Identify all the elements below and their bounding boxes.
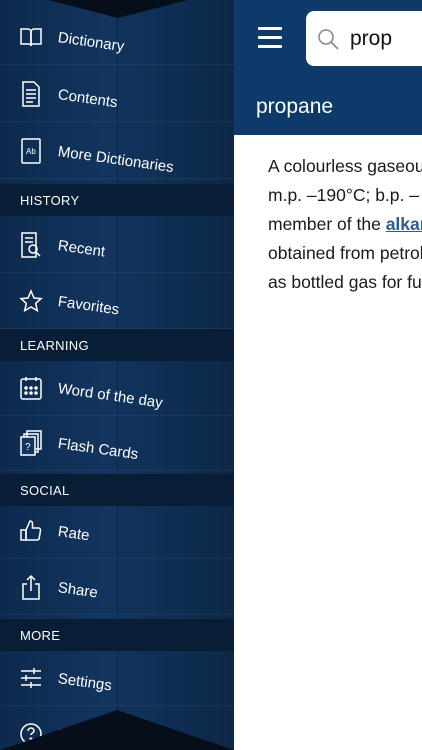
document-icon [18,79,44,109]
definition-line: A colourless gaseous [268,156,422,176]
search-icon [316,27,340,51]
definition-line-text: member of the [268,214,386,234]
main-content: propane A colourless gaseous m.p. –190°C… [234,0,422,750]
search-input[interactable] [350,26,422,51]
ab-book-icon: Ab [18,136,44,166]
menu-item-dictionary[interactable]: Dictionary [0,10,234,65]
menu-item-flash-cards[interactable]: ? Flash Cards [0,416,234,471]
menu-item-settings[interactable]: Settings [0,651,234,706]
definition-line: obtained from petroleum [268,243,422,263]
menu-item-favorites[interactable]: Favorites [0,274,234,329]
menu-item-recent[interactable]: Recent [0,218,234,273]
menu-item-label: Rate [56,522,91,544]
menu-item-more-dictionaries[interactable]: Ab More Dictionaries [0,124,234,179]
sliders-icon [18,663,44,693]
menu-item-label: Recent [56,236,107,261]
menu-item-share[interactable]: Share [0,560,234,615]
book-icon [18,22,44,52]
menu-item-label: Contents [56,85,119,111]
share-icon [18,572,44,602]
alkane-link[interactable]: alkane [386,214,422,234]
menu-item-label: More Dictionaries [56,142,175,176]
svg-text:Ab: Ab [26,147,36,156]
section-header-more: MORE [0,619,234,651]
calendar-icon [18,373,44,403]
menu-item-label: Dictionary [56,28,126,55]
menu-item-rate[interactable]: Rate [0,504,234,559]
recent-icon [18,230,44,260]
navigation-drawer: Dictionary Contents Ab More Dictionaries… [0,0,234,750]
definition-line: as bottled gas for fuel [268,272,422,292]
section-header-history: HISTORY [0,184,234,216]
menu-item-label: Favorites [56,292,121,319]
thumbs-up-icon [18,516,44,546]
section-header-social: SOCIAL [0,474,234,506]
menu-item-label: Word of the day [56,379,164,412]
menu-icon[interactable] [258,27,282,49]
menu-item-label: Settings [56,669,113,694]
menu-item-word-of-the-day[interactable]: Word of the day [0,361,234,416]
section-header-learning: LEARNING [0,329,234,361]
flash-cards-icon: ? [18,428,44,458]
search-box[interactable] [306,11,422,66]
menu-item-label: Share [56,578,99,601]
app-header: propane [234,0,422,135]
definition-line: member of the alkane [268,210,422,239]
definition-text: A colourless gaseous m.p. –190°C; b.p. –… [268,152,422,297]
menu-item-contents[interactable]: Contents [0,67,234,122]
entry-title: propane [256,95,334,118]
menu-item-label: Flash Cards [56,434,140,463]
svg-text:?: ? [25,442,31,453]
star-icon [18,286,44,316]
definition-line: m.p. –190°C; b.p. – [268,185,419,205]
